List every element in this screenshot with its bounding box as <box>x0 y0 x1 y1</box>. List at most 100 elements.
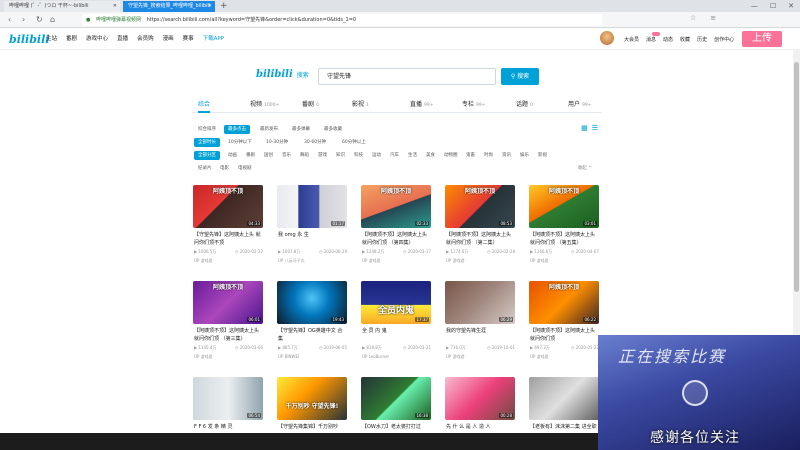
video-title[interactable]: 【阿姨顶不顶】这阿姨太上头 就问你们顶 <box>530 327 598 343</box>
video-thumbnail[interactable] <box>529 377 599 420</box>
tab-video[interactable]: 视频 1000+ <box>250 97 279 113</box>
video-thumbnail[interactable]: 16:38 <box>361 377 431 420</box>
nav-item[interactable]: 会员购 <box>137 28 154 50</box>
filter-chip[interactable]: 综合排序 <box>194 125 220 134</box>
filter-chip[interactable]: 最多收藏 <box>320 125 346 134</box>
filter-chip[interactable]: 10-30分钟 <box>262 138 292 147</box>
filter-chip[interactable]: 资讯 <box>498 151 515 160</box>
video-thumbnail[interactable]: 00:28 <box>445 377 515 420</box>
url-field[interactable]: ● 哔哩哔哩弹幕视频网 https://search.bilibili.com/… <box>82 14 602 26</box>
video-card[interactable]: 阿姨顶不顶 03:01 【阿姨顶不顶】这阿姨太上头 就问你们顶 （第五集） ▶ 1… <box>529 185 599 275</box>
uploader[interactable]: UP 游戏君 <box>362 258 381 264</box>
video-title[interactable]: 【阿姨顶不顶】这阿姨太上头 就问你们顶 （第四集） <box>362 231 430 247</box>
video-card[interactable]: 阿姨顶不顶 06:22 【阿姨顶不顶】这阿姨太上头 就问你们顶 ▶ 697.3万 ◷… <box>529 281 599 371</box>
filter-chip[interactable]: 时尚 <box>480 151 497 160</box>
video-thumbnail[interactable]: 06:29 <box>445 281 515 324</box>
search-button[interactable]: ⚲ 搜索 <box>501 68 539 85</box>
collapse-filters-link[interactable]: 收起 ^ <box>578 163 592 174</box>
video-thumbnail[interactable]: 01:17 <box>277 185 347 228</box>
download-app-link[interactable]: 下载APP <box>203 28 224 50</box>
filter-chip[interactable]: 运动 <box>368 151 385 160</box>
favorites-link[interactable]: 收藏 <box>680 28 690 50</box>
filter-chip[interactable]: 10分钟以下 <box>224 138 256 147</box>
home-icon[interactable]: ⌂ <box>50 15 55 25</box>
filter-chip[interactable]: 动画 <box>224 151 241 160</box>
video-title[interactable]: 【阿姨顶不顶】这阿姨太上头 就问你们顶 （第二集） <box>446 231 514 247</box>
filter-chip[interactable]: 生活 <box>404 151 421 160</box>
forward-icon[interactable]: › <box>22 15 25 25</box>
video-card[interactable]: 阿姨顶不顶 04:33 【守望先锋】这阿姨太上头 就问你们顶不顶 ▶ 1006.5… <box>193 185 263 275</box>
back-icon[interactable]: ‹ <box>8 15 11 25</box>
minimize-icon[interactable]: — <box>751 0 758 12</box>
filter-chip[interactable]: 番剧 <box>242 151 259 160</box>
uploader[interactable]: UP LeoBurner <box>362 354 389 359</box>
video-card[interactable]: 01:17 我 omg 永 生 ▶ 1007.8万 ◷ 2020-06-29 UP… <box>277 185 347 275</box>
tab-live[interactable]: 直播 99+ <box>410 97 434 113</box>
browser-tab-search[interactable]: 守望先锋_搜索结果_哔哩哔哩_bilibili ✕ <box>123 1 215 12</box>
filter-chip[interactable]: 影视 <box>534 151 551 160</box>
creator-center-link[interactable]: 创作中心 <box>714 28 734 50</box>
video-thumbnail[interactable]: 阿姨顶不顶 06:01 <box>193 281 263 324</box>
search-input[interactable]: 守望先锋 <box>318 68 496 85</box>
tab-topic[interactable]: 话题 0 <box>516 97 533 113</box>
close-tab-icon[interactable]: ✕ <box>208 1 212 12</box>
list-view-icon[interactable]: ☰ <box>592 124 598 132</box>
dynamics-link[interactable]: 动态 <box>663 28 673 50</box>
tab-all[interactable]: 综合 <box>198 97 211 113</box>
uploader[interactable]: UP 游戏君 <box>446 354 465 360</box>
filter-chip[interactable]: 美食 <box>422 151 439 160</box>
filter-chip[interactable]: 纪录片 <box>194 164 216 173</box>
new-tab-button[interactable]: + <box>220 0 228 12</box>
video-thumbnail[interactable]: 千万别吵 守望先锋! <box>277 377 347 420</box>
filter-chip[interactable]: 汽车 <box>386 151 403 160</box>
tab-bangumi[interactable]: 番剧 0 <box>302 97 319 113</box>
nav-item[interactable]: 赛事 <box>183 28 194 50</box>
video-title[interactable]: 【阿姨顶不顶】这阿姨太上头 就问你们顶 （第三集） <box>194 327 262 343</box>
video-thumbnail[interactable]: 阿姨顶不顶 06:22 <box>529 281 599 324</box>
uploader[interactable]: UP 游戏君 <box>194 354 213 360</box>
filter-chip[interactable]: 游戏 <box>314 151 331 160</box>
filter-chip[interactable]: 最新发布 <box>256 125 282 134</box>
avatar[interactable] <box>600 31 614 45</box>
video-card[interactable]: 阿姨顶不顶 08:53 【阿姨顶不顶】这阿姨太上头 就问你们顶 （第二集） ▶ 1… <box>445 185 515 275</box>
filter-chip[interactable]: 动物圈 <box>440 151 462 160</box>
filter-chip[interactable]: 鬼畜 <box>462 151 479 160</box>
filter-chip[interactable]: 科技 <box>350 151 367 160</box>
tab-article[interactable]: 专栏 99+ <box>462 97 486 113</box>
filter-chip[interactable]: 60分钟以上 <box>338 138 370 147</box>
video-thumbnail[interactable]: 阿姨顶不顶 02:33 <box>361 185 431 228</box>
scrollbar-thumb[interactable] <box>794 62 799 292</box>
filter-chip[interactable]: 全部分区 <box>194 151 220 160</box>
reload-icon[interactable]: ↻ <box>36 15 43 25</box>
video-title[interactable]: 全 员 内 鬼 <box>362 327 430 343</box>
close-window-icon[interactable]: ✕ <box>788 0 794 12</box>
filter-chip[interactable]: 30-60分钟 <box>300 138 330 147</box>
filter-chip[interactable]: 最多点击 <box>224 125 250 134</box>
maximize-icon[interactable]: ☐ <box>770 0 776 12</box>
uploader[interactable]: UP BINWEI <box>278 354 299 359</box>
video-thumbnail[interactable]: 阿姨顶不顶 08:53 <box>445 185 515 228</box>
bilibili-logo[interactable]: bilibili <box>9 33 49 46</box>
video-thumbnail[interactable]: 19:43 <box>277 281 347 324</box>
grid-view-icon[interactable]: ▦ <box>581 124 588 132</box>
vip-link[interactable]: 大会员 <box>624 28 639 50</box>
filter-chip[interactable]: 最多弹幕 <box>288 125 314 134</box>
upload-button[interactable]: 上传 <box>742 31 782 47</box>
nav-item[interactable]: 主站 <box>46 28 57 50</box>
close-tab-icon[interactable]: ✕ <box>113 1 117 12</box>
video-title[interactable]: 我的守望先锋生涯 <box>446 327 514 343</box>
video-card[interactable]: 阿姨顶不顶 06:01 【阿姨顶不顶】这阿姨太上头 就问你们顶 （第三集） ▶ 1… <box>193 281 263 371</box>
video-thumbnail[interactable]: 全员内鬼 17:37 <box>361 281 431 324</box>
messages-link[interactable]: 消息 <box>646 28 661 50</box>
video-thumbnail[interactable]: 阿姨顶不顶 04:33 <box>193 185 263 228</box>
menu-icon[interactable]: ≡ <box>710 14 716 22</box>
video-card[interactable]: 阿姨顶不顶 02:33 【阿姨顶不顶】这阿姨太上头 就问你们顶 （第四集） ▶ 1… <box>361 185 431 275</box>
star-icon[interactable]: ☆ <box>690 14 696 22</box>
browser-tab-home[interactable]: 哔哩哔哩 (゜-゜)つロ 干杯~-bilibili ✕ <box>4 1 120 12</box>
uploader[interactable]: UP 游戏君 <box>530 258 549 264</box>
nav-item[interactable]: 游戏中心 <box>86 28 108 50</box>
tab-user[interactable]: 用户 99+ <box>568 97 592 113</box>
nav-item[interactable]: 直播 <box>117 28 128 50</box>
uploader[interactable]: UP 游戏君 <box>194 258 213 264</box>
video-card[interactable]: 全员内鬼 17:37 全 员 内 鬼 ▶ 819.8万 ◷ 2020-03-21 U… <box>361 281 431 371</box>
